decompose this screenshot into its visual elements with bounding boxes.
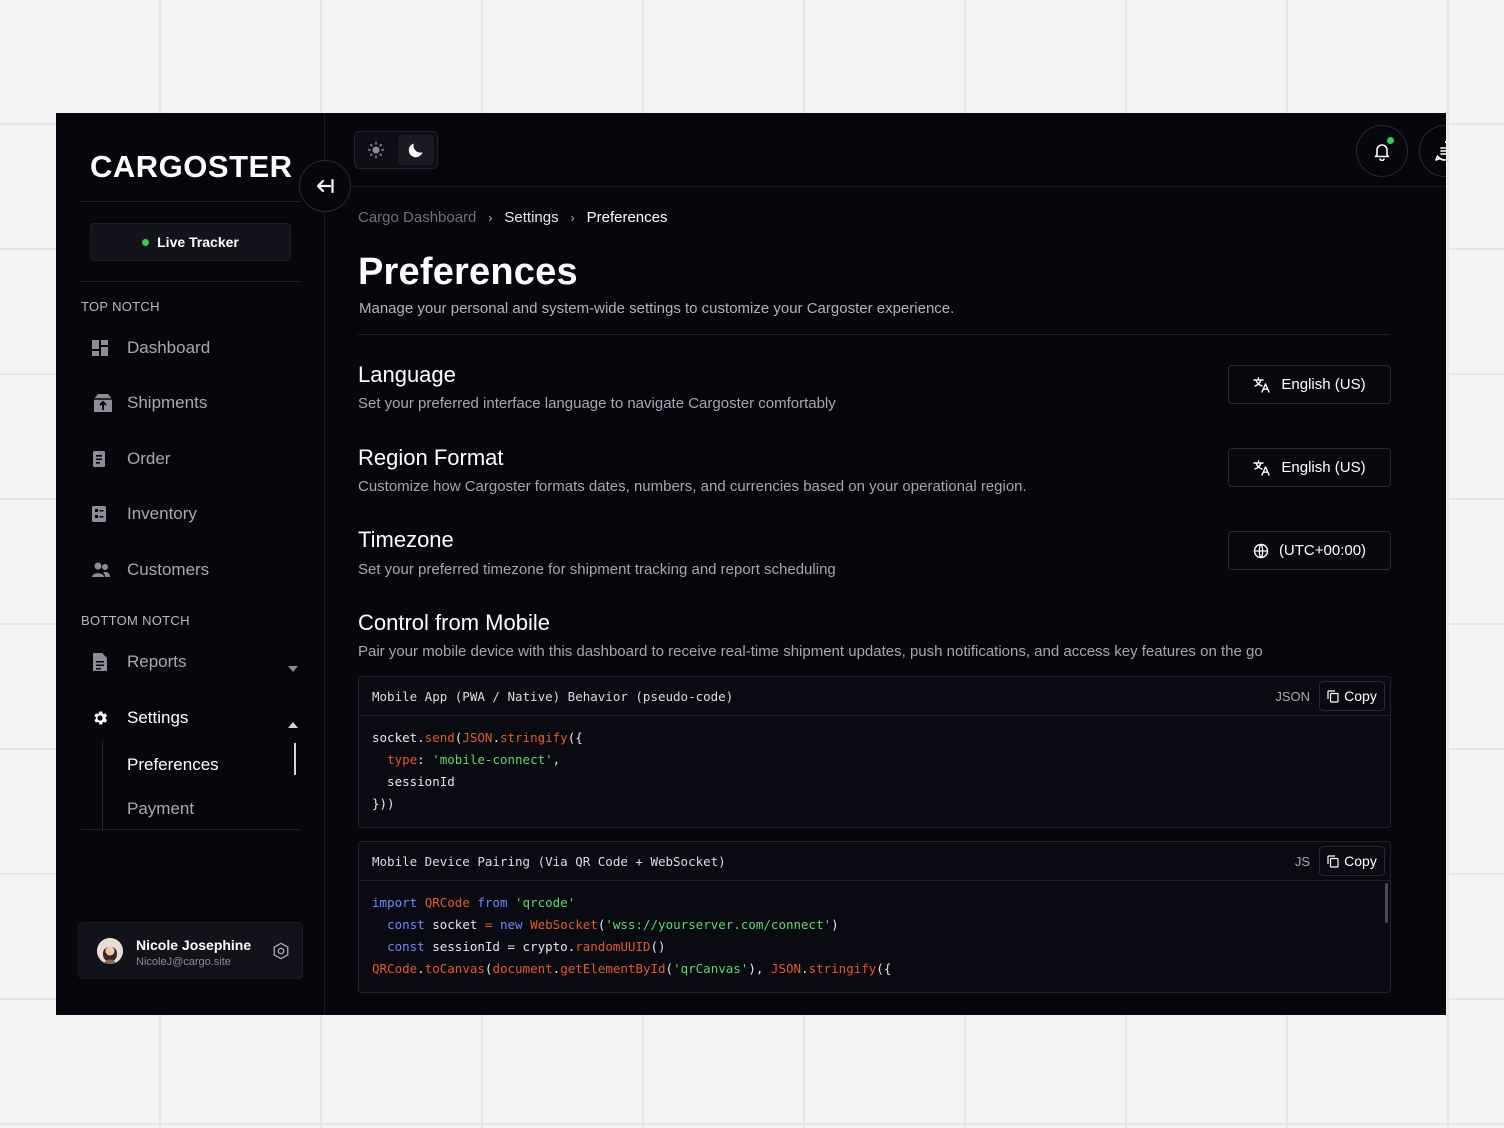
notifications-button[interactable] — [1356, 125, 1408, 177]
sidebar-item-label: Inventory — [127, 504, 197, 523]
sidebar-item-settings[interactable]: Settings — [81, 696, 300, 740]
sidebar-subitem-payment[interactable]: Payment — [127, 799, 194, 819]
sidebar-item-label: Settings — [127, 708, 189, 727]
main-content: Cargo Dashboard › Settings › Preferences… — [358, 187, 1391, 1015]
messages-button[interactable] — [1419, 125, 1446, 177]
language-value: English (US) — [1281, 376, 1366, 393]
timezone-title: Timezone — [358, 527, 454, 552]
chevron-right-icon: › — [570, 210, 575, 225]
submenu-line — [102, 741, 103, 831]
breadcrumb: Cargo Dashboard › Settings › Preferences — [358, 209, 667, 226]
chevron-right-icon: › — [488, 210, 493, 225]
breadcrumb-cargo-dashboard[interactable]: Cargo Dashboard — [358, 209, 476, 226]
user-card[interactable]: Nicole Josephine NicoleJ@cargo.site — [78, 922, 303, 979]
code-language-badge: JS — [1294, 854, 1310, 869]
code-scrollbar[interactable] — [1385, 883, 1388, 923]
sidebar-divider — [81, 281, 300, 282]
code-language-badge: JSON — [1275, 689, 1310, 704]
section-label-bottom: BOTTOM NOTCH — [81, 613, 190, 628]
collapse-arrow-icon — [316, 179, 334, 193]
copy-icon — [1327, 854, 1339, 868]
theme-toggle[interactable] — [354, 131, 438, 169]
breadcrumb-settings[interactable]: Settings — [504, 209, 558, 226]
timezone-select[interactable]: (UTC+00:00) — [1228, 531, 1391, 570]
mobile-control-description: Pair your mobile device with this dashbo… — [358, 643, 1263, 660]
region-format-description: Customize how Cargoster formats dates, n… — [358, 478, 1027, 495]
globe-icon — [1253, 543, 1269, 558]
copy-label: Copy — [1344, 688, 1377, 704]
mobile-control-title: Control from Mobile — [358, 610, 550, 635]
code-block-title: Mobile Device Pairing (Via QR Code + Web… — [372, 854, 726, 869]
sidebar-item-label: Order — [127, 449, 171, 468]
inventory-icon — [81, 505, 121, 523]
sidebar-divider — [81, 829, 300, 830]
submenu-active-indicator — [294, 743, 296, 775]
page-title: Preferences — [358, 251, 578, 293]
region-format-value: English (US) — [1281, 459, 1366, 476]
app-window: CARGOSTER Live Tracker TOP NOTCH Dashboa… — [56, 113, 1446, 1015]
sidebar-item-label: Dashboard — [127, 338, 211, 357]
sidebar: CARGOSTER Live Tracker TOP NOTCH Dashboa… — [56, 113, 325, 1015]
sidebar-item-inventory[interactable]: Inventory — [81, 492, 300, 536]
copy-button[interactable]: Copy — [1319, 681, 1385, 711]
region-format-select[interactable]: English (US) — [1228, 448, 1391, 487]
sidebar-item-label: Reports — [127, 652, 187, 671]
user-email: NicoleJ@cargo.site — [136, 956, 231, 968]
translate-icon — [1253, 376, 1271, 393]
caret-down-icon[interactable] — [288, 659, 298, 677]
top-bar — [326, 113, 1446, 187]
copy-icon — [1327, 689, 1339, 703]
moon-icon — [408, 143, 423, 158]
avatar — [97, 938, 123, 964]
language-description: Set your preferred interface language to… — [358, 395, 836, 412]
code-block-header: Mobile App (PWA / Native) Behavior (pseu… — [359, 677, 1390, 716]
timezone-value: (UTC+00:00) — [1278, 542, 1367, 559]
sidebar-item-order[interactable]: Order — [81, 437, 300, 481]
section-label-top: TOP NOTCH — [81, 299, 160, 314]
sidebar-item-label: Customers — [127, 560, 210, 579]
sidebar-item-label: Shipments — [127, 393, 208, 412]
shipments-icon — [81, 391, 121, 415]
notification-badge — [1386, 136, 1395, 145]
code-block-header: Mobile Device Pairing (Via QR Code + Web… — [359, 842, 1390, 881]
dashboard-icon — [81, 339, 121, 357]
copy-button[interactable]: Copy — [1319, 846, 1385, 876]
region-format-title: Region Format — [358, 445, 504, 470]
sidebar-divider — [81, 201, 300, 202]
customers-icon — [81, 561, 121, 579]
user-settings-icon[interactable] — [272, 942, 290, 965]
app-logo: CARGOSTER — [90, 149, 293, 184]
sidebar-item-dashboard[interactable]: Dashboard — [81, 326, 300, 370]
language-select[interactable]: English (US) — [1228, 365, 1391, 404]
live-tracker-label: Live Tracker — [157, 234, 239, 250]
reports-icon — [81, 652, 121, 672]
dark-mode-button[interactable] — [398, 135, 434, 165]
light-mode-button[interactable] — [358, 135, 394, 165]
user-name: Nicole Josephine — [136, 937, 252, 953]
live-status-dot — [142, 238, 150, 246]
code-block-mobile-behavior: Mobile App (PWA / Native) Behavior (pseu… — [358, 676, 1391, 828]
chat-icon — [1435, 141, 1446, 161]
timezone-description: Set your preferred timezone for shipment… — [358, 561, 836, 578]
settings-icon — [81, 709, 121, 727]
live-tracker-button[interactable]: Live Tracker — [90, 223, 291, 261]
breadcrumb-preferences: Preferences — [586, 209, 668, 226]
code-block-device-pairing: Mobile Device Pairing (Via QR Code + Web… — [358, 841, 1391, 993]
page-description: Manage your personal and system-wide set… — [359, 300, 955, 317]
divider — [358, 334, 1390, 335]
language-title: Language — [358, 362, 456, 387]
sidebar-item-shipments[interactable]: Shipments — [81, 381, 300, 425]
sidebar-item-customers[interactable]: Customers — [81, 548, 300, 592]
caret-up-icon[interactable] — [288, 715, 298, 733]
collapse-sidebar-button[interactable] — [299, 160, 351, 212]
code-block-title: Mobile App (PWA / Native) Behavior (pseu… — [372, 689, 734, 704]
translate-icon — [1253, 459, 1271, 476]
code-content[interactable]: import QRCode from 'qrcode' const socket… — [359, 881, 1390, 991]
sidebar-item-reports[interactable]: Reports — [81, 640, 300, 684]
sidebar-subitem-preferences[interactable]: Preferences — [127, 755, 219, 775]
order-icon — [81, 450, 121, 468]
copy-label: Copy — [1344, 853, 1377, 869]
sun-icon — [367, 141, 385, 159]
code-content[interactable]: socket.send(JSON.stringify({ type: 'mobi… — [359, 716, 1390, 826]
